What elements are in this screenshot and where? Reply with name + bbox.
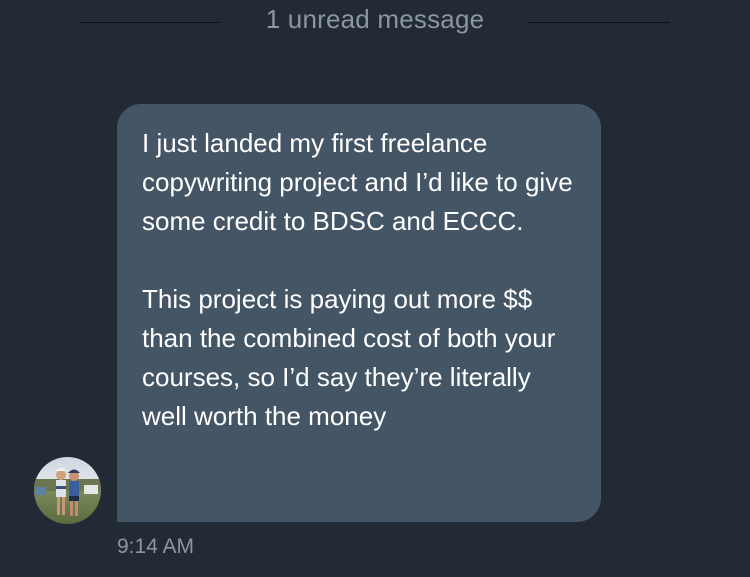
unread-label: 1 unread message xyxy=(265,4,485,34)
unread-divider: 1 unread message xyxy=(0,0,750,46)
message-bubble[interactable]: I just landed my first freelance copywri… xyxy=(117,104,601,522)
message-paragraph: This project is paying out more $$ than … xyxy=(142,284,556,431)
divider-line-right xyxy=(528,22,670,23)
divider-line-left xyxy=(80,22,220,23)
message-paragraph: I just landed my first freelance copywri… xyxy=(142,128,573,236)
message-timestamp: 9:14 AM xyxy=(117,535,195,558)
avatar-photo xyxy=(34,457,101,524)
avatar[interactable] xyxy=(34,457,101,524)
